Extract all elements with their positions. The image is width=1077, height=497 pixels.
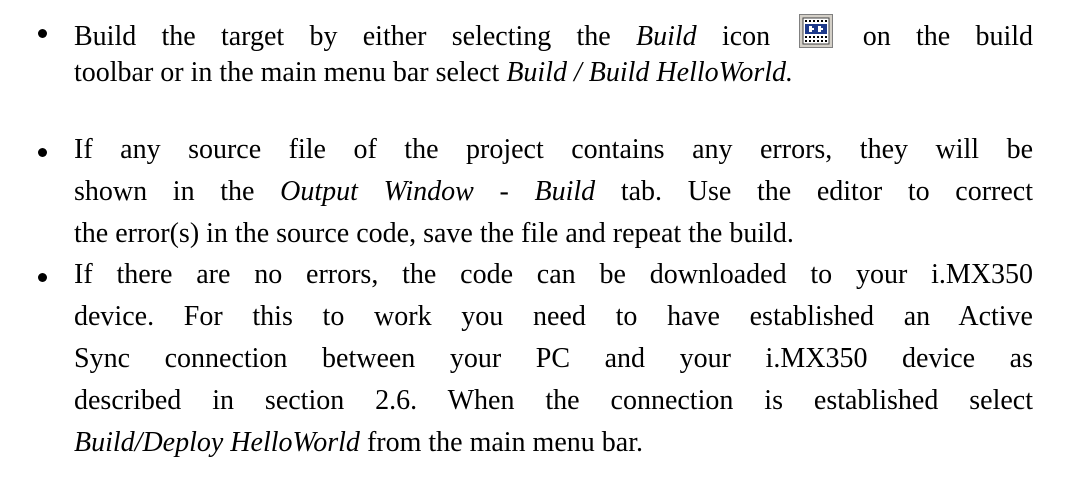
- paragraph-line: device. For this to work you need to hav…: [74, 300, 1033, 334]
- text-span-italic: Build / Build HelloWorld.: [506, 57, 794, 88]
- paragraph-line: Build/Deploy HelloWorld from the main me…: [74, 426, 1033, 460]
- bullet-dot-icon: [38, 273, 47, 282]
- text-span: tab. Use the editor to correct: [595, 176, 1033, 207]
- text-span: If there are no errors, the code can be …: [74, 259, 1033, 290]
- bullet-dot-icon: [38, 148, 47, 157]
- paragraph-line: If any source file of the project contai…: [74, 133, 1033, 167]
- build-icon: [799, 14, 834, 48]
- text-span: toolbar or in the main menu bar select: [74, 57, 507, 88]
- text-span: the error(s) in the source code, save th…: [74, 218, 794, 249]
- text-span: described in section 2.6. When the conne…: [74, 385, 1033, 416]
- bullet-dot-icon: [38, 29, 47, 38]
- text-span-italic: Output Window - Build: [280, 176, 596, 207]
- text-span: If any source file of the project contai…: [74, 134, 1033, 165]
- text-span: Build the target by either selecting the: [74, 21, 637, 52]
- text-span: Sync connection between your PC and your…: [74, 343, 1033, 374]
- paragraph-line: shown in the Output Window - Build tab. …: [74, 175, 1033, 209]
- text-span-italic: Build/Deploy HelloWorld: [74, 427, 360, 458]
- text-span: shown in the: [74, 176, 281, 207]
- paragraph-line: Build the target by either selecting the…: [74, 14, 1033, 54]
- text-span: icon: [696, 21, 796, 52]
- text-span-italic: Build: [636, 21, 697, 52]
- paragraph-line: If there are no errors, the code can be …: [74, 258, 1033, 292]
- paragraph-line: Sync connection between your PC and your…: [74, 342, 1033, 376]
- text-span: device. For this to work you need to hav…: [74, 301, 1033, 332]
- paragraph-line: described in section 2.6. When the conne…: [74, 384, 1033, 418]
- paragraph-line: toolbar or in the main menu bar select B…: [74, 56, 1033, 90]
- text-span: on the build: [837, 21, 1034, 52]
- paragraph-line: the error(s) in the source code, save th…: [74, 217, 1033, 251]
- text-span: from the main menu bar.: [359, 427, 643, 458]
